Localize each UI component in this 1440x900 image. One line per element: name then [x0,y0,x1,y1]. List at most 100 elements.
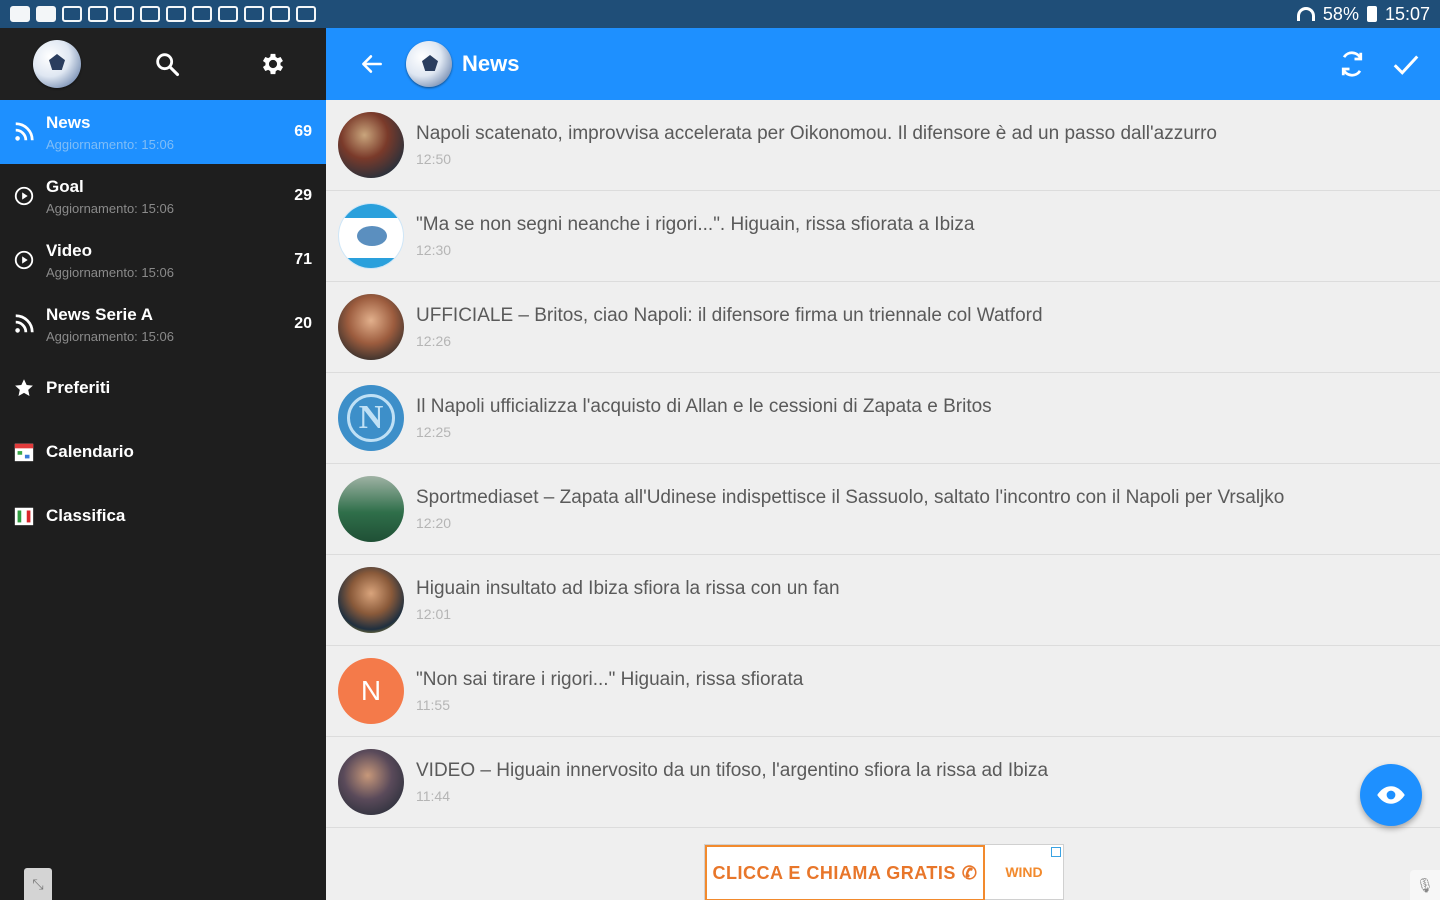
news-thumbnail [338,567,404,633]
news-item[interactable]: Higuain insultato ad Ibiza sfiora la ris… [326,555,1440,646]
refresh-button[interactable] [1330,42,1374,86]
news-title: "Ma se non segni neanche i rigori...". H… [416,214,975,235]
notification-icon [192,6,212,22]
news-time: 11:44 [416,788,450,804]
expand-icon: ⤡ [32,875,44,892]
ad-cta[interactable]: CLICCA E CHIAMA GRATIS ✆ [705,845,985,900]
sidebar-item-updated: Aggiornamento: 15:06 [46,136,174,152]
sidebar-item-updated: Aggiornamento: 15:06 [46,200,174,216]
app-bar: News [326,28,1440,100]
arrow-left-icon [362,55,382,73]
refresh-icon [1341,51,1363,77]
drawer-menu: News Aggiornamento: 15:06 69 Goal Aggior… [0,100,326,548]
view-fab-button[interactable] [1360,764,1422,826]
ad-brand: WIND [985,845,1063,899]
rss-icon [12,120,36,144]
news-title: Napoli scatenato, improvvisa accelerata … [416,123,1217,144]
news-item[interactable]: VIDEO – Higuain innervosito da un tifoso… [326,737,1440,828]
sidebar-item-calendario[interactable]: Calendario [0,420,326,484]
gear-icon [262,53,284,75]
news-title: "Non sai tirare i rigori..." Higuain, ri… [416,669,804,690]
ad-brand-name: WIND [1005,864,1043,880]
news-thumbnail: N [338,385,404,451]
sidebar-item-label: Classifica [46,506,126,525]
page-title: News [462,51,520,76]
notification-icon [140,6,160,22]
notification-icon [218,6,238,22]
battery-icon [1366,6,1377,22]
sidebar-item-updated: Aggiornamento: 15:06 [46,328,174,344]
news-thumbnail [338,203,404,269]
wifi-icon [1296,7,1315,21]
news-item[interactable]: UFFICIALE – Britos, ciao Napoli: il dife… [326,282,1440,373]
back-button[interactable] [356,48,388,80]
notification-icon [244,6,264,22]
news-time: 12:30 [416,242,452,258]
news-title: Il Napoli ufficializza l'acquisto di All… [416,396,992,417]
news-time: 12:01 [416,606,452,622]
battery-percent: 58% [1322,3,1359,24]
unread-count: 71 [294,251,312,268]
unread-count: 29 [294,187,312,204]
news-time: 12:20 [416,515,452,531]
mark-read-button[interactable] [1384,42,1428,86]
notification-icon [88,6,108,22]
news-item[interactable]: Sportmediaset – Zapata all'Udinese indis… [326,464,1440,555]
clock: 15:07 [1384,3,1430,24]
ad-banner[interactable]: CLICCA E CHIAMA GRATIS ✆ WIND [704,844,1064,900]
sidebar-item-label: News [46,112,91,132]
calendar-icon [12,440,36,464]
news-list: Napoli scatenato, improvvisa accelerata … [326,100,1440,844]
news-time: 11:55 [416,697,450,713]
drawer-header [0,28,326,100]
settings-button[interactable] [253,44,293,84]
sidebar-item-video[interactable]: Video Aggiornamento: 15:06 71 [0,228,326,292]
news-thumbnail [338,749,404,815]
eye-icon [1377,786,1405,804]
status-bar: 58% 15:07 [0,0,1440,28]
news-thumbnail [338,476,404,542]
news-time: 12:50 [416,151,452,167]
star-icon [12,376,36,400]
soccer-ball-logo[interactable] [33,40,81,88]
flag-icon [12,504,36,528]
sidebar-item-news[interactable]: News Aggiornamento: 15:06 69 [0,100,326,164]
sidebar-item-label: Goal [46,176,84,196]
play-circle-icon [12,184,36,208]
check-icon [1393,55,1419,75]
mic-icon: 🎙 [1416,876,1434,893]
sidebar-item-goal[interactable]: Goal Aggiornamento: 15:06 29 [0,164,326,228]
news-title: VIDEO – Higuain innervosito da un tifoso… [416,760,1049,781]
notification-icon [36,6,56,22]
news-item[interactable]: "Ma se non segni neanche i rigori...". H… [326,191,1440,282]
notification-icon [270,6,290,22]
sidebar-item-classifica[interactable]: Classifica [0,484,326,548]
news-time: 12:25 [416,424,452,440]
news-item[interactable]: N "Non sai tirare i rigori..." Higuain, … [326,646,1440,737]
sidebar-item-news-serie-a[interactable]: News Serie A Aggiornamento: 15:06 20 [0,292,326,356]
search-button[interactable] [147,44,187,84]
news-thumbnail [338,294,404,360]
news-title: Sportmediaset – Zapata all'Udinese indis… [416,487,1285,508]
news-title: Higuain insultato ad Ibiza sfiora la ris… [416,578,840,599]
search-icon [156,53,180,77]
notification-icon [10,6,30,22]
ad-choices-icon[interactable] [1051,847,1061,857]
ad-text: CLICCA E CHIAMA GRATIS [712,862,956,883]
notification-icons [10,6,316,22]
app-logo [406,41,452,87]
unread-count: 69 [294,123,312,140]
news-item[interactable]: N Il Napoli ufficializza l'acquisto di A… [326,373,1440,464]
sidebar-item-preferiti[interactable]: Preferiti [0,356,326,420]
sidebar-item-updated: Aggiornamento: 15:06 [46,264,174,280]
sidebar-item-label: Preferiti [46,378,111,397]
play-circle-icon [12,248,36,272]
news-item[interactable]: Napoli scatenato, improvvisa accelerata … [326,100,1440,191]
mic-button[interactable]: 🎙 [1410,870,1440,900]
rss-icon [12,312,36,336]
sidebar-item-label: News Serie A [46,304,154,324]
unread-count: 20 [294,315,312,332]
expand-handle[interactable]: ⤡ [24,868,52,900]
navigation-drawer: News Aggiornamento: 15:06 69 Goal Aggior… [0,28,326,900]
notification-icon [166,6,186,22]
